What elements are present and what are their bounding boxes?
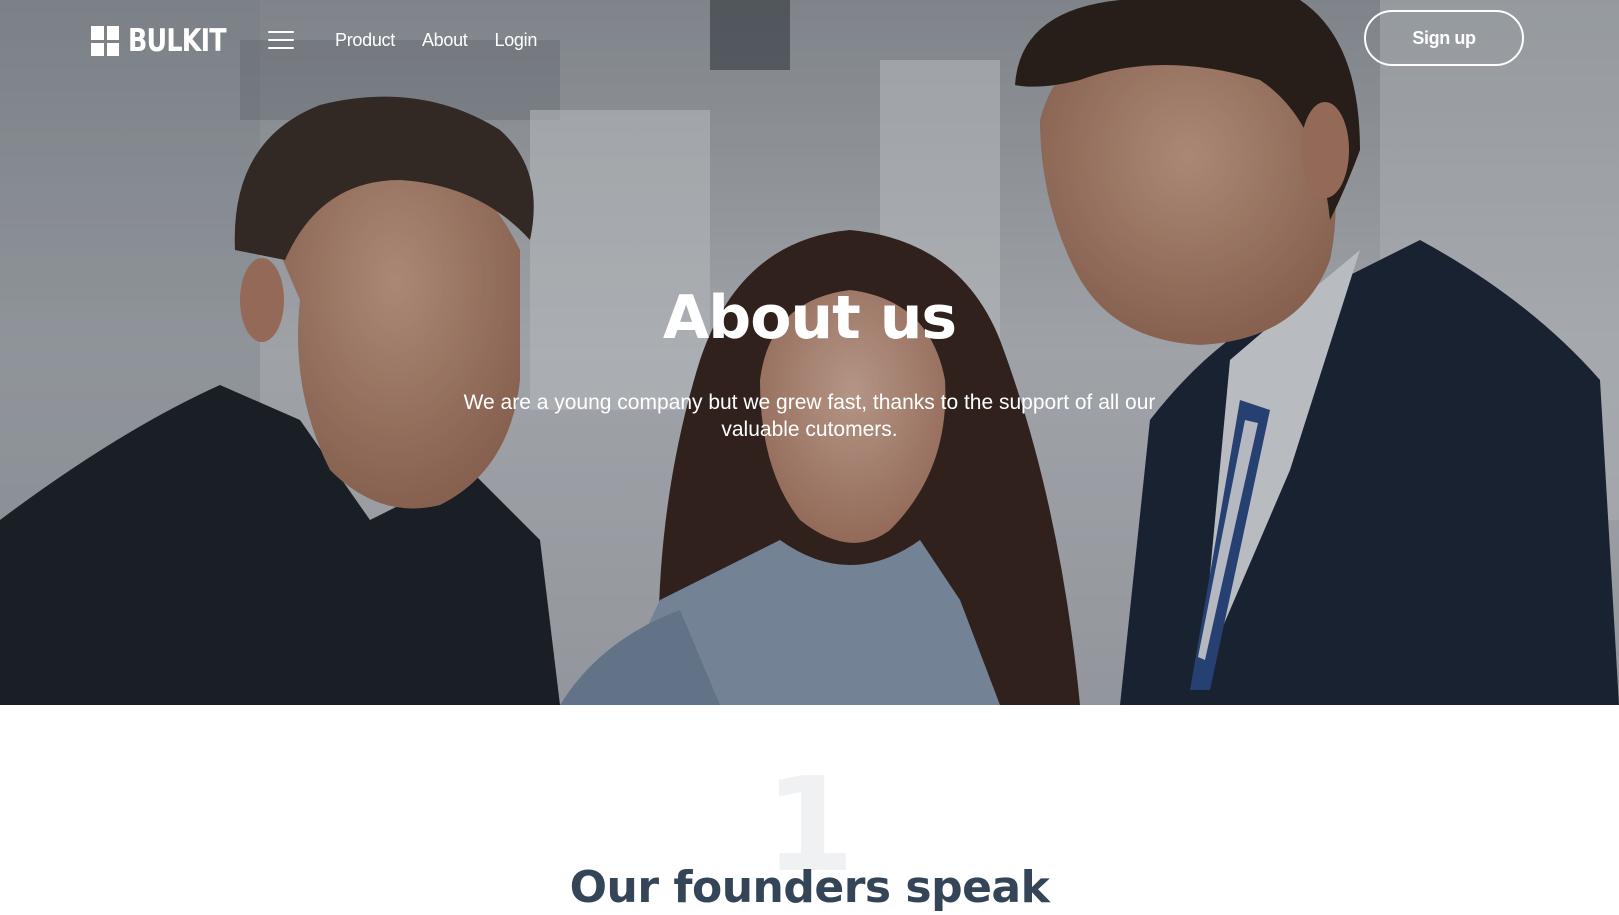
nav-link-product[interactable]: Product [335,28,395,52]
hero-title: About us [662,283,957,353]
hero-banner: BULKIT Product About Login Sign up About… [0,0,1619,705]
logo-text: BULKIT [128,23,227,59]
navbar: BULKIT Product About Login Sign up [0,0,1619,80]
section-title: Our founders speak [569,862,1050,913]
logo-grid-icon [91,26,119,56]
hamburger-menu-icon[interactable] [268,31,294,49]
nav-link-login[interactable]: Login [494,28,537,52]
nav-link-about[interactable]: About [422,28,468,52]
signup-button[interactable]: Sign up [1364,10,1524,66]
logo[interactable]: BULKIT [91,24,247,58]
hero-subtitle: We are a young company but we grew fast,… [463,391,1156,441]
nav-links: Product About Login [335,28,564,52]
founders-section: 1 Our founders speak [0,705,1619,913]
